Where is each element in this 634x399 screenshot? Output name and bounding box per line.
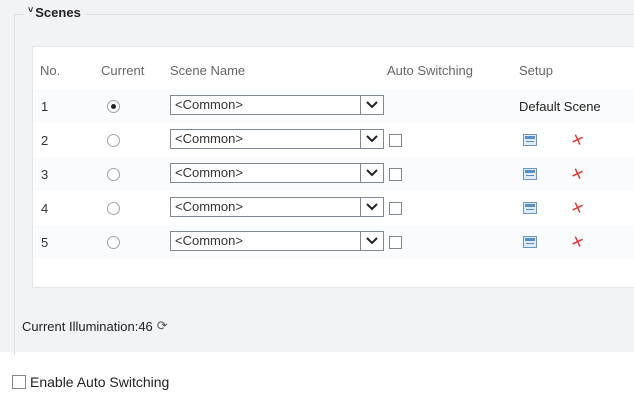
- delete-cell: ✕: [568, 225, 586, 259]
- scenes-table: No. Current Scene Name Auto Switching Se…: [32, 46, 634, 288]
- scene-name-select[interactable]: <Common>: [170, 197, 384, 217]
- section-title: Scenes: [35, 5, 81, 20]
- pin-icon[interactable]: ✕: [568, 164, 586, 184]
- scene-name-value: <Common>: [175, 233, 243, 248]
- enable-auto-switching-checkbox[interactable]: [12, 375, 26, 389]
- delete-cell: ✕: [568, 157, 586, 191]
- current-cell: [107, 123, 120, 157]
- header-current: Current: [101, 63, 145, 78]
- pin-icon[interactable]: ✕: [568, 130, 586, 150]
- current-cell: [107, 89, 120, 123]
- current-radio[interactable]: [107, 99, 120, 113]
- auto-switching-cell: [389, 225, 402, 259]
- auto-switching-cell: [389, 191, 402, 225]
- current-cell: [107, 191, 120, 225]
- current-radio[interactable]: [107, 167, 120, 181]
- section-header[interactable]: ˅ Scenes: [24, 5, 85, 20]
- chevron-down-icon[interactable]: [360, 130, 383, 148]
- header-auto-switching: Auto Switching: [387, 63, 473, 78]
- auto-switching-cell: [389, 123, 402, 157]
- collapse-icon[interactable]: ˅: [28, 5, 33, 15]
- auto-switching-checkbox[interactable]: [389, 235, 402, 249]
- scene-name-select[interactable]: <Common>: [170, 95, 384, 115]
- scene-name-value: <Common>: [175, 165, 243, 180]
- scene-name-value: <Common>: [175, 131, 243, 146]
- setup-text: Default Scene: [519, 98, 601, 114]
- row-number: 2: [41, 132, 49, 148]
- table-row: 4 <Common> ✕: [33, 191, 634, 225]
- chevron-down-icon[interactable]: [360, 96, 383, 114]
- refresh-icon[interactable]: ⟳: [157, 318, 168, 334]
- scenes-panel: ˅ Scenes No. Current Scene Name Auto Swit…: [0, 0, 634, 355]
- chevron-down-icon[interactable]: [360, 232, 383, 250]
- scene-name-value: <Common>: [175, 199, 243, 214]
- table-row: 5 <Common> ✕: [33, 225, 634, 259]
- edit-icon[interactable]: [523, 236, 537, 248]
- edit-cell: [523, 123, 537, 157]
- current-radio[interactable]: [107, 133, 120, 147]
- edit-cell: [523, 225, 537, 259]
- scene-name-select[interactable]: <Common>: [170, 163, 384, 183]
- chevron-down-icon[interactable]: [360, 164, 383, 182]
- edit-cell: [523, 157, 537, 191]
- header-no: No.: [40, 63, 61, 78]
- auto-switching-checkbox[interactable]: [389, 201, 402, 215]
- auto-switching-checkbox[interactable]: [389, 167, 402, 181]
- table-row: 1 <Common> Default Scene: [33, 89, 634, 123]
- edit-cell: [523, 191, 537, 225]
- row-number: 5: [41, 234, 49, 250]
- table-header: No. Current Scene Name Auto Switching Se…: [33, 47, 634, 89]
- current-cell: [107, 225, 120, 259]
- pin-icon[interactable]: ✕: [568, 232, 586, 252]
- row-number: 1: [41, 98, 49, 114]
- scene-name-value: <Common>: [175, 97, 243, 112]
- current-radio[interactable]: [107, 201, 120, 215]
- current-illumination: Current Illumination:46 ⟳: [22, 318, 168, 334]
- header-scene-name: Scene Name: [170, 63, 246, 78]
- auto-switching-cell: [389, 157, 402, 191]
- auto-switching-checkbox[interactable]: [389, 133, 402, 147]
- enable-auto-switching-label: Enable Auto Switching: [30, 374, 170, 390]
- illumination-label: Current Illumination:46: [22, 318, 153, 334]
- table-row: 3 <Common> ✕: [33, 157, 634, 191]
- header-setup: Setup: [519, 63, 553, 78]
- row-number: 4: [41, 200, 49, 216]
- scene-name-select[interactable]: <Common>: [170, 231, 384, 251]
- row-number: 3: [41, 166, 49, 182]
- chevron-down-icon[interactable]: [360, 198, 383, 216]
- edit-icon[interactable]: [523, 134, 537, 146]
- delete-cell: ✕: [568, 123, 586, 157]
- current-cell: [107, 157, 120, 191]
- current-radio[interactable]: [107, 235, 120, 249]
- delete-cell: ✕: [568, 191, 586, 225]
- edit-icon[interactable]: [523, 168, 537, 180]
- scene-name-select[interactable]: <Common>: [170, 129, 384, 149]
- table-row: 2 <Common> ✕: [33, 123, 634, 157]
- enable-auto-switching[interactable]: Enable Auto Switching: [12, 374, 169, 390]
- pin-icon[interactable]: ✕: [568, 198, 586, 218]
- edit-icon[interactable]: [523, 202, 537, 214]
